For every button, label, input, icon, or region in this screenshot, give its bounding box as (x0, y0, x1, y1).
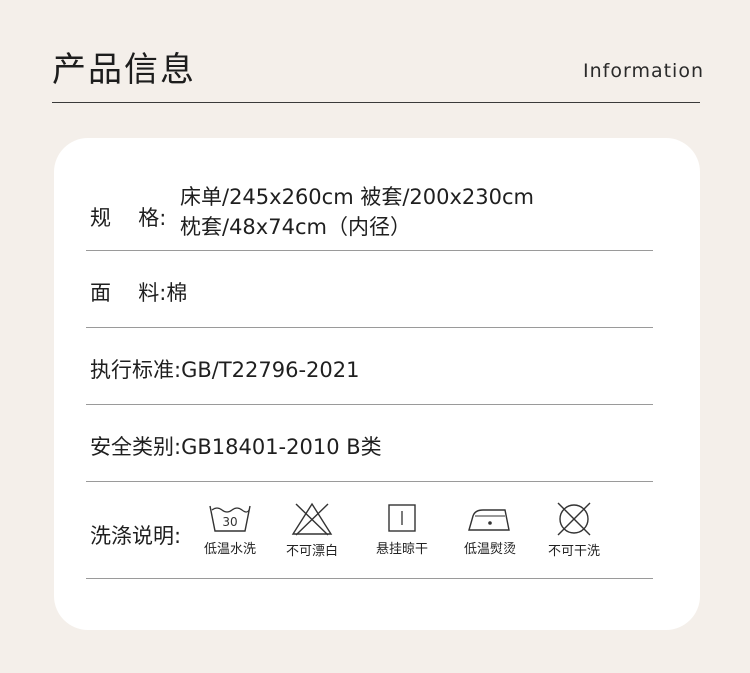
care-label-low-iron: 低温熨烫 (464, 542, 517, 557)
care-row: 洗涤说明: 30 低温水洗 不可漂白 悬挂晾干 低温熨烫 不可干洗 (86, 482, 653, 579)
no-bleach-icon (291, 502, 333, 536)
care-item-hang-dry: 悬挂晾干 (376, 502, 428, 557)
spec-value-line1: 床单/245x260cm 被套/200x230cm (180, 185, 535, 209)
svg-text:30: 30 (222, 515, 237, 529)
standard-value: GB/T22796-2021 (181, 358, 360, 382)
page-subtitle: Information (583, 60, 704, 82)
safety-label: 安全类别:GB18401-2010 B类 (90, 435, 382, 459)
wash-30-icon: 30 (209, 505, 251, 532)
care-item-no-bleach: 不可漂白 (286, 502, 338, 559)
care-item-low-iron: 低温熨烫 (464, 502, 516, 557)
no-dryclean-icon (557, 502, 591, 536)
low-iron-icon (468, 509, 510, 531)
care-label: 洗涤说明: (90, 524, 182, 548)
care-label-hang-dry: 悬挂晾干 (376, 542, 429, 557)
care-label-wash: 低温水洗 (204, 542, 257, 557)
page-title: 产品信息 (52, 50, 196, 90)
care-label-no-dryclean: 不可干洗 (548, 544, 601, 559)
care-item-wash: 30 低温水洗 (204, 502, 256, 557)
fabric-row: 面料:棉 (86, 251, 653, 328)
fabric-label: 面料:棉 (90, 281, 188, 305)
fabric-value: 棉 (166, 281, 188, 305)
care-item-no-dryclean: 不可干洗 (548, 502, 600, 559)
hang-dry-icon (388, 504, 416, 532)
spec-row: 规格: 床单/245x260cm 被套/200x230cm 枕套/48x74cm… (86, 138, 653, 251)
spec-label: 规格: (90, 206, 167, 230)
safety-row: 安全类别:GB18401-2010 B类 (86, 405, 653, 482)
safety-value: GB18401-2010 B类 (181, 435, 382, 459)
spec-value-line2: 枕套/48x74cm（内径） (180, 215, 411, 239)
product-info-card: 规格: 床单/245x260cm 被套/200x230cm 枕套/48x74cm… (54, 138, 700, 630)
care-label-no-bleach: 不可漂白 (286, 544, 339, 559)
standard-row: 执行标准:GB/T22796-2021 (86, 328, 653, 405)
header-divider (52, 102, 700, 103)
standard-label: 执行标准:GB/T22796-2021 (90, 358, 360, 382)
